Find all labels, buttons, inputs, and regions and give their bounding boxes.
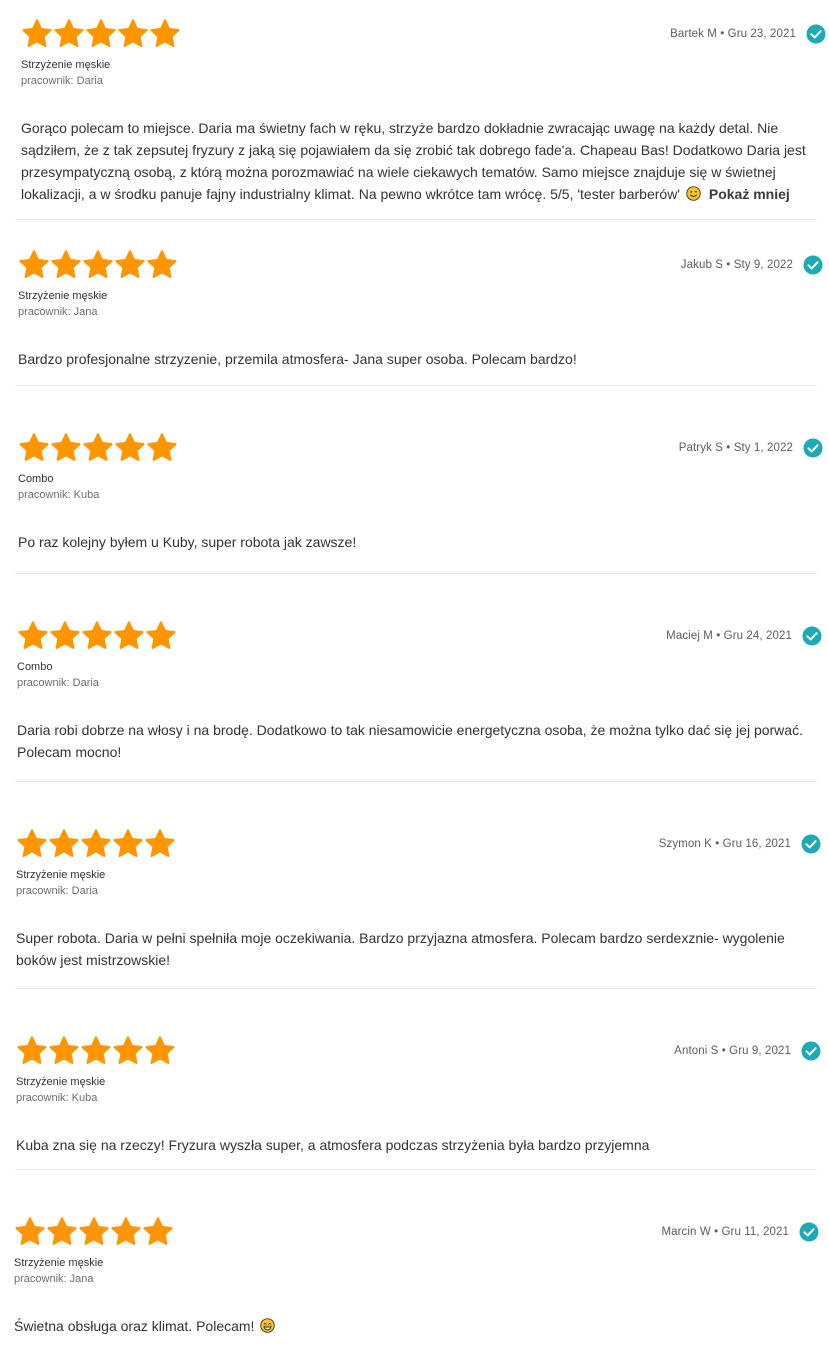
star-icon: [144, 828, 176, 860]
review-author-date: Marcin W • Gru 11, 2021: [661, 1226, 789, 1238]
star-icon: [50, 249, 82, 281]
star-icon: [149, 18, 181, 50]
review-service: Combo: [18, 473, 54, 485]
smile-emoji-icon: [686, 186, 701, 201]
star-rating: [21, 18, 181, 50]
star-icon: [14, 1216, 46, 1248]
review-author-date: Patryk S • Sty 1, 2022: [678, 442, 793, 454]
review-meta: Szymon K • Gru 16, 2021: [659, 832, 821, 856]
review-author-date: Maciej M • Gru 24, 2021: [666, 630, 792, 642]
review-service: Strzyżenie męskie: [18, 290, 108, 302]
review-service: Combo: [17, 661, 53, 673]
star-icon: [114, 432, 146, 464]
verified-check-icon: [802, 626, 822, 646]
verified-check-icon: [806, 24, 826, 44]
star-icon: [114, 249, 146, 281]
review-employee: pracownik: Daria: [16, 885, 98, 897]
star-icon: [142, 1216, 174, 1248]
verified-check-icon: [803, 255, 823, 275]
star-rating: [18, 249, 178, 281]
star-icon: [144, 1035, 176, 1067]
review-divider: [15, 1169, 817, 1170]
star-icon: [16, 1035, 48, 1067]
review-employee: pracownik: Jana: [14, 1273, 94, 1285]
review-employee: pracownik: Kuba: [16, 1092, 98, 1104]
star-rating: [14, 1216, 174, 1248]
review-employee: pracownik: Jana: [18, 306, 98, 318]
review-text: Po raz kolejny byłem u Kuby, super robot…: [18, 534, 357, 550]
star-icon: [85, 18, 117, 50]
star-icon: [146, 249, 178, 281]
review-text: Daria robi dobrze na włosy i na brodę. D…: [17, 722, 803, 760]
star-icon: [18, 432, 50, 464]
review-text: Super robota. Daria w pełni spełniła moj…: [16, 930, 785, 968]
star-icon: [82, 432, 114, 464]
review-author-date: Jakub S • Sty 9, 2022: [680, 259, 793, 271]
review-service: Strzyżenie męskie: [16, 1076, 106, 1088]
star-icon: [78, 1216, 110, 1248]
verified-check-icon: [801, 1041, 821, 1061]
star-rating: [18, 432, 178, 464]
star-icon: [21, 18, 53, 50]
review-text: Kuba zna się na rzeczy! Fryzura wyszła s…: [16, 1137, 650, 1153]
star-icon: [17, 620, 49, 652]
star-icon: [82, 249, 114, 281]
review-employee: pracownik: Kuba: [18, 489, 100, 501]
review-divider: [15, 385, 817, 386]
star-icon: [16, 828, 48, 860]
star-icon: [112, 828, 144, 860]
star-icon: [48, 828, 80, 860]
verified-check-icon: [801, 834, 821, 854]
star-icon: [50, 432, 82, 464]
star-icon: [145, 620, 177, 652]
grin-emoji-icon: [260, 1318, 275, 1333]
review-service: Strzyżenie męskie: [14, 1257, 104, 1269]
review-divider: [15, 988, 817, 989]
review-meta: Jakub S • Sty 9, 2022: [681, 253, 823, 277]
star-icon: [112, 1035, 144, 1067]
review-author-date: Bartek M • Gru 23, 2021: [670, 28, 796, 40]
review-meta: Antoni S • Gru 9, 2021: [674, 1039, 821, 1063]
verified-check-icon: [799, 1222, 819, 1242]
star-icon: [146, 432, 178, 464]
review-author-date: Szymon K • Gru 16, 2021: [658, 838, 791, 850]
review-service: Strzyżenie męskie: [21, 59, 111, 71]
star-icon: [18, 249, 50, 281]
star-rating: [17, 620, 177, 652]
review-meta: Maciej M • Gru 24, 2021: [666, 624, 822, 648]
show-less-button[interactable]: Pokaż mniej: [709, 186, 790, 202]
star-icon: [46, 1216, 78, 1248]
star-rating: [16, 828, 176, 860]
review-author-date: Antoni S • Gru 9, 2021: [674, 1045, 791, 1057]
star-icon: [80, 828, 112, 860]
star-icon: [113, 620, 145, 652]
star-icon: [81, 620, 113, 652]
review-employee: pracownik: Daria: [17, 677, 99, 689]
review-text-block: Gorąco polecam to miejsce. Daria ma świe…: [21, 117, 821, 205]
star-icon: [49, 620, 81, 652]
star-icon: [48, 1035, 80, 1067]
review-service: Strzyżenie męskie: [16, 869, 106, 881]
star-icon: [53, 18, 85, 50]
star-icon: [117, 18, 149, 50]
review-text: Bardzo profesjonalne strzyzenie, przemil…: [18, 351, 577, 367]
star-icon: [80, 1035, 112, 1067]
star-rating: [16, 1035, 176, 1067]
review-employee: pracownik: Daria: [21, 75, 103, 87]
star-icon: [110, 1216, 142, 1248]
review-text-block: Świetna obsługa oraz klimat. Polecam!: [14, 1315, 814, 1337]
review-meta: Bartek M • Gru 23, 2021: [670, 22, 826, 46]
review-divider: [15, 781, 817, 782]
review-divider: [15, 573, 817, 574]
review-meta: Marcin W • Gru 11, 2021: [661, 1220, 819, 1244]
review-meta: Patryk S • Sty 1, 2022: [679, 436, 823, 460]
verified-check-icon: [803, 438, 823, 458]
review-divider: [15, 219, 817, 220]
review-text: Świetna obsługa oraz klimat. Polecam!: [14, 1318, 255, 1334]
